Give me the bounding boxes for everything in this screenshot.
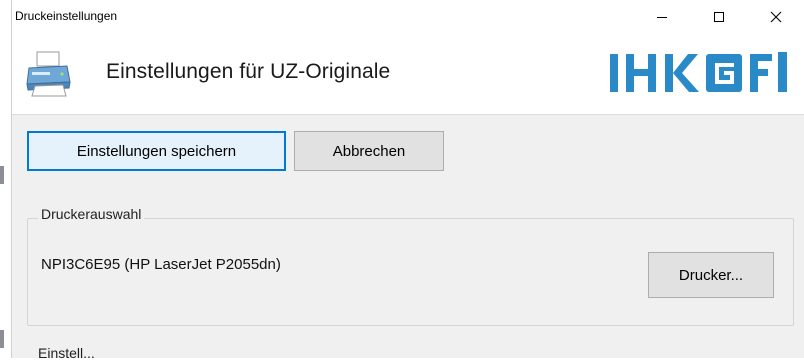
window-title: Druckeinstellungen — [15, 9, 118, 23]
title-bar: Druckeinstellungen — [12, 0, 804, 34]
maximize-icon — [714, 12, 724, 22]
header-title: Einstellungen für UZ-Originale — [106, 60, 391, 83]
minimize-icon — [657, 17, 667, 18]
dialog-header: Einstellungen für UZ-Originale — [12, 34, 804, 115]
minimize-button[interactable] — [639, 0, 685, 34]
maximize-button[interactable] — [696, 0, 742, 34]
printer-selection-legend: Druckerauswahl — [38, 206, 145, 222]
selected-printer-name: NPI3C6E95 (HP LaserJet P2055dn) — [41, 256, 281, 273]
background-window-edge — [0, 0, 12, 358]
ihk-gfi-logo — [610, 52, 787, 92]
save-settings-button[interactable]: Einstellungen speichern — [27, 131, 286, 171]
printer-icon — [26, 51, 71, 97]
close-icon — [770, 11, 782, 23]
print-settings-dialog: Druckeinstellungen Einstellungen für UZ-… — [12, 0, 804, 361]
choose-printer-button[interactable]: Drucker... — [648, 252, 774, 298]
cancel-button[interactable]: Abbrechen — [294, 131, 444, 171]
close-button[interactable] — [753, 0, 799, 34]
edge-marker — [0, 330, 4, 348]
edge-marker — [0, 166, 4, 184]
settings-section-legend: Einstell... — [38, 345, 95, 361]
